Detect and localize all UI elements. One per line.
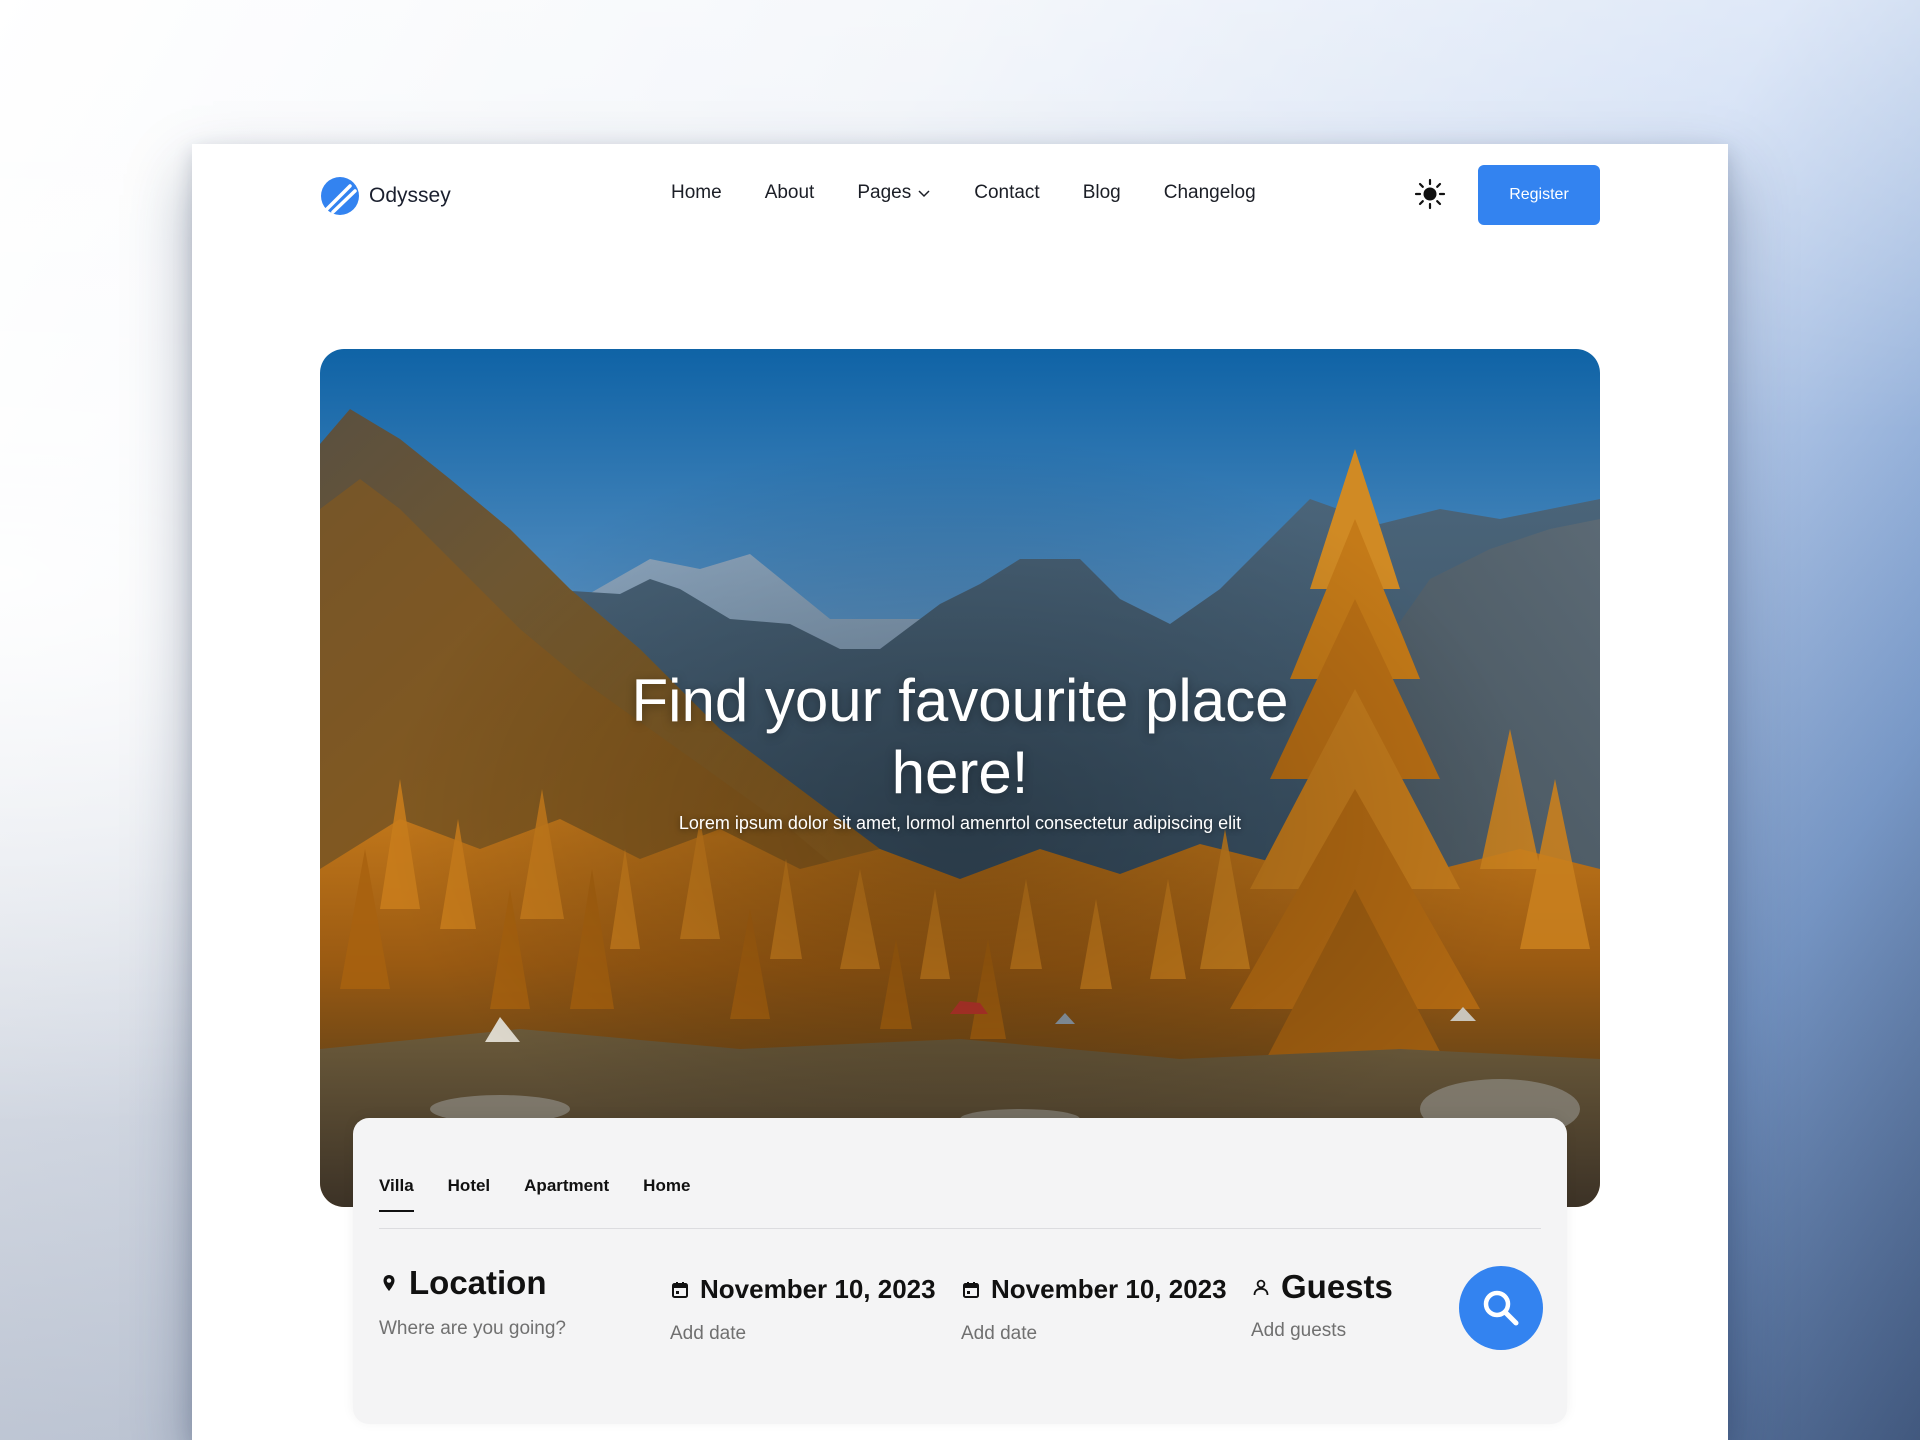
hero-subtitle: Lorem ipsum dolor sit amet, lormol amenr… (678, 813, 1242, 833)
checkin-heading: November 10, 2023 (670, 1274, 936, 1305)
nav-pages-label: Pages (857, 182, 912, 203)
location-placeholder: Where are you going? (379, 1318, 566, 1339)
tab-apartment-label: Apartment (524, 1176, 610, 1195)
nav-changelog[interactable]: Changelog (1164, 182, 1256, 204)
main-nav: Home About Pages Contact Blog Changelog (671, 182, 1256, 204)
checkout-date-field[interactable]: November 10, 2023 Add date (961, 1274, 1227, 1345)
nav-contact-label: Contact (974, 182, 1040, 203)
nav-about-label: About (764, 182, 815, 203)
guests-label: Guests (1281, 1268, 1393, 1305)
hero-title: Find your favourite place here! (631, 667, 1289, 806)
user-icon (1253, 1279, 1269, 1296)
navbar: Odyssey Home About Pages Contact Blog Ch… (192, 144, 1728, 244)
register-button[interactable]: Register (1478, 165, 1600, 225)
checkin-placeholder: Add date (670, 1323, 747, 1344)
checkout-heading: November 10, 2023 (961, 1274, 1227, 1305)
checkout-date-label: November 10, 2023 (991, 1274, 1227, 1304)
nav-contact[interactable]: Contact (974, 182, 1039, 204)
calendar-icon (672, 1281, 688, 1298)
brand-logo[interactable]: Odyssey (320, 176, 451, 216)
nav-pages-dropdown[interactable]: Pages (857, 182, 931, 204)
search-button[interactable] (1459, 1266, 1543, 1350)
nav-about[interactable]: About (765, 182, 815, 204)
tab-apartment[interactable]: Apartment (524, 1176, 609, 1212)
tab-villa-label: Villa (379, 1176, 414, 1195)
nav-blog-label: Blog (1082, 182, 1121, 203)
tab-home[interactable]: Home (643, 1176, 690, 1212)
hero-banner: Find your favourite place here! Lorem ip… (320, 349, 1600, 1207)
property-type-tabs: Villa Hotel Apartment Home (379, 1176, 690, 1212)
map-pin-icon (383, 1275, 395, 1291)
tab-home-label: Home (643, 1176, 691, 1195)
nav-home[interactable]: Home (671, 182, 722, 204)
chevron-down-icon (918, 190, 930, 198)
calendar-icon (963, 1281, 979, 1298)
tabs-divider (379, 1228, 1541, 1229)
sun-icon[interactable] (1414, 178, 1446, 210)
checkin-date-label: November 10, 2023 (700, 1274, 936, 1304)
browser-page: Odyssey Home About Pages Contact Blog Ch… (192, 144, 1728, 1440)
guests-field[interactable]: Guests Add guests (1251, 1268, 1393, 1342)
tab-hotel[interactable]: Hotel (448, 1176, 491, 1212)
brand-name: Odyssey (369, 184, 451, 207)
location-label: Location (409, 1264, 547, 1301)
checkout-placeholder: Add date (961, 1323, 1038, 1344)
nav-blog[interactable]: Blog (1083, 182, 1121, 204)
search-icon (1483, 1290, 1519, 1326)
nav-home-label: Home (671, 182, 722, 203)
guests-placeholder: Add guests (1251, 1320, 1347, 1341)
search-panel: Villa Hotel Apartment Home Location Wher… (353, 1118, 1567, 1424)
checkin-date-field[interactable]: November 10, 2023 Add date (670, 1274, 936, 1345)
logo-icon (321, 177, 359, 215)
guests-heading: Guests (1251, 1268, 1393, 1306)
tab-hotel-label: Hotel (447, 1176, 491, 1195)
nav-changelog-label: Changelog (1163, 182, 1256, 203)
tab-villa[interactable]: Villa (379, 1176, 414, 1212)
location-field[interactable]: Location Where are you going? (379, 1264, 566, 1340)
location-heading: Location (379, 1264, 566, 1302)
